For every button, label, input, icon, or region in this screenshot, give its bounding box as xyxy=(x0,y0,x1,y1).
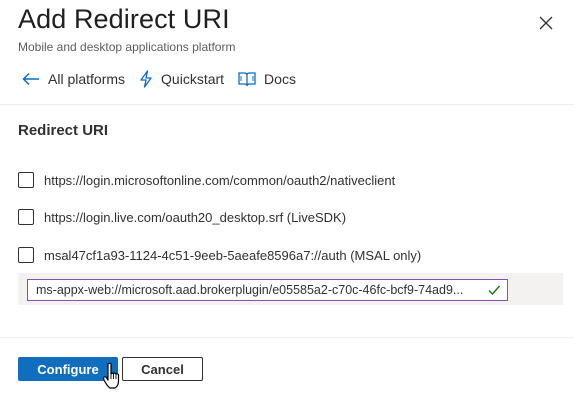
custom-uri-input[interactable]: ms-appx-web://microsoft.aad.brokerplugin… xyxy=(27,279,508,301)
dialog-subtitle: Mobile and desktop applications platform xyxy=(18,40,236,54)
option-nativeclient: https://login.microsoftonline.com/common… xyxy=(18,172,395,188)
header-divider xyxy=(0,104,574,105)
nativeclient-label: https://login.microsoftonline.com/common… xyxy=(44,172,396,188)
nav-bar: All platforms Quickstart Docs xyxy=(22,70,310,88)
lightning-icon xyxy=(140,70,152,88)
livesdk-label: https://login.live.com/oauth20_desktop.s… xyxy=(44,209,347,225)
close-icon xyxy=(539,16,553,30)
option-livesdk: https://login.live.com/oauth20_desktop.s… xyxy=(18,209,346,225)
quickstart-link[interactable]: Quickstart xyxy=(139,70,224,88)
livesdk-checkbox[interactable] xyxy=(18,209,34,225)
all-platforms-label: All platforms xyxy=(48,71,126,87)
quickstart-label: Quickstart xyxy=(161,71,225,87)
back-arrow-icon xyxy=(22,72,39,86)
dialog-title: Add Redirect URI xyxy=(18,4,230,34)
custom-uri-value: ms-appx-web://microsoft.aad.brokerplugin… xyxy=(36,283,464,297)
all-platforms-link[interactable]: All platforms xyxy=(22,71,125,87)
footer-divider xyxy=(0,337,574,338)
docs-link[interactable]: Docs xyxy=(238,71,296,87)
cancel-button[interactable]: Cancel xyxy=(122,357,203,381)
hand-cursor-icon xyxy=(102,362,120,389)
msal-label: msal47cf1a93-1124-4c51-9eeb-5aeafe8596a7… xyxy=(44,247,422,263)
option-msal: msal47cf1a93-1124-4c51-9eeb-5aeafe8596a7… xyxy=(18,247,421,263)
checkmark-icon xyxy=(488,285,501,296)
msal-checkbox[interactable] xyxy=(18,247,34,263)
close-button[interactable] xyxy=(535,12,557,34)
docs-label: Docs xyxy=(264,71,296,87)
nativeclient-checkbox[interactable] xyxy=(18,172,34,188)
section-title: Redirect URI xyxy=(18,122,109,139)
book-icon xyxy=(238,72,256,87)
